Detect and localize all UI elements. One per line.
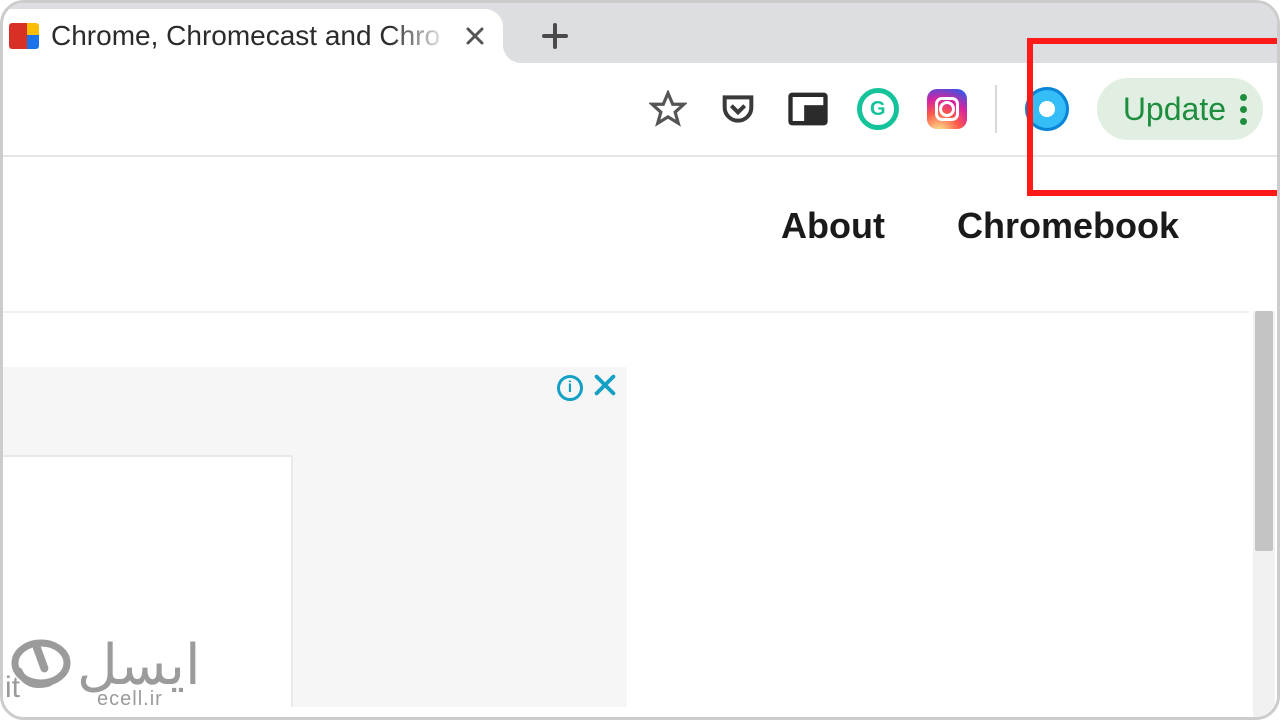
- bookmark-button[interactable]: [647, 88, 689, 130]
- update-label: Update: [1123, 91, 1226, 128]
- pip-extension[interactable]: [787, 88, 829, 130]
- browser-tab[interactable]: Chrome, Chromecast and Chro: [3, 9, 503, 63]
- update-button[interactable]: Update: [1097, 78, 1263, 140]
- nav-chromebook[interactable]: Chromebook: [957, 205, 1179, 247]
- plus-icon: [540, 21, 570, 51]
- page-nav: About Chromebook: [781, 205, 1179, 247]
- nav-about[interactable]: About: [781, 205, 885, 247]
- watermark: ایسل ecell.ir: [7, 632, 201, 711]
- grammarly-icon: G: [870, 98, 886, 121]
- chrome-menu-button[interactable]: [1240, 94, 1247, 125]
- scrollbar-thumb[interactable]: [1255, 311, 1273, 551]
- picture-in-picture-icon: [788, 92, 828, 126]
- ad-controls: i: [557, 373, 617, 402]
- browser-window: Chrome, Chromecast and Chro G Update: [0, 0, 1280, 720]
- tab-strip: Chrome, Chromecast and Chro: [3, 3, 1277, 63]
- instagram-icon: [935, 97, 959, 121]
- tab-title: Chrome, Chromecast and Chro: [51, 20, 449, 52]
- star-icon: [649, 90, 687, 128]
- info-icon: i: [568, 379, 572, 397]
- tab-close-button[interactable]: [461, 22, 489, 50]
- watermark-logo-icon: [7, 629, 81, 693]
- instagram-extension[interactable]: [927, 89, 967, 129]
- pocket-icon: [718, 89, 758, 129]
- profile-button[interactable]: [1025, 87, 1069, 131]
- close-icon: [593, 373, 617, 397]
- vertical-scrollbar[interactable]: [1253, 311, 1275, 720]
- browser-toolbar: G Update: [3, 63, 1277, 157]
- ad-info-button[interactable]: i: [557, 375, 583, 401]
- tab-favicon: [9, 21, 39, 51]
- close-icon: [465, 26, 485, 46]
- page-divider: [3, 311, 1249, 313]
- grammarly-extension[interactable]: G: [857, 88, 899, 130]
- new-tab-button[interactable]: [531, 12, 579, 60]
- toolbar-separator: [995, 85, 997, 133]
- ad-close-button[interactable]: [593, 373, 617, 402]
- kebab-icon: [1240, 94, 1247, 101]
- pocket-extension[interactable]: [717, 88, 759, 130]
